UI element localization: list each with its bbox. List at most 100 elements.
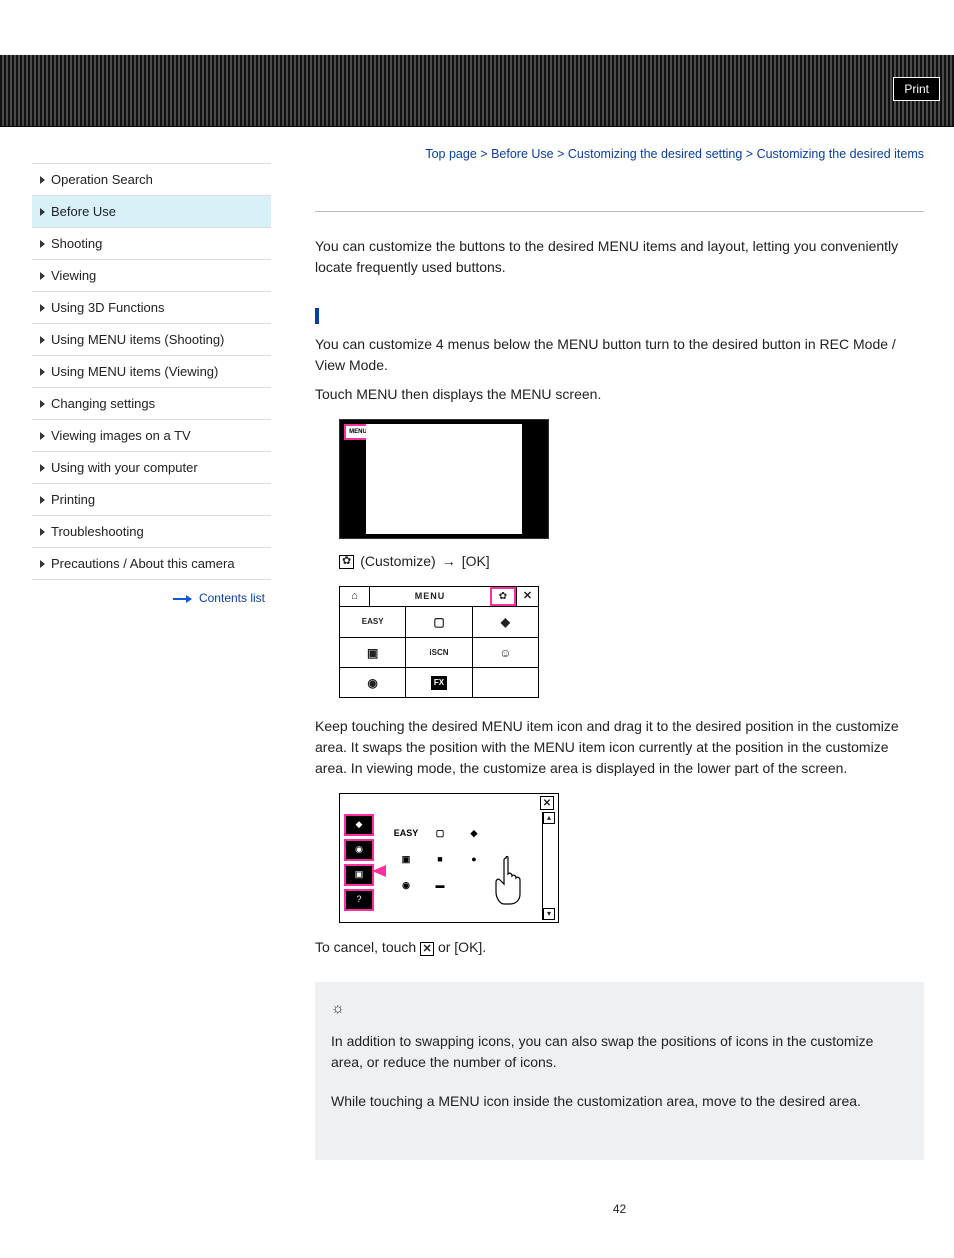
main-content: Top page > Before Use > Customizing the … <box>285 127 954 1258</box>
breadcrumb-sep: > <box>480 147 487 161</box>
menu-item-icon: ■ <box>430 852 450 868</box>
page-number: 42 <box>315 1200 924 1218</box>
chevron-right-icon <box>40 208 45 216</box>
close-icon: ✕ <box>420 942 434 956</box>
chevron-right-icon <box>40 368 45 376</box>
cancel-text: To cancel, touch ✕ or [OK]. <box>315 937 924 958</box>
arrow-right-icon: → <box>442 551 456 572</box>
contents-list-link[interactable]: Contents list <box>199 591 265 605</box>
menu-cell: FX <box>406 668 472 697</box>
ok-label: [OK] <box>462 551 490 572</box>
menu-cell: ◆ <box>473 607 538 637</box>
nav-list: Operation Search Before Use Shooting Vie… <box>32 163 271 580</box>
intro-text: You can customize the buttons to the des… <box>315 236 924 278</box>
sidebar-item-label: Viewing images on a TV <box>51 428 191 443</box>
cancel-pre-text: To cancel, touch <box>315 939 420 955</box>
sidebar-item-label: Using 3D Functions <box>51 300 164 315</box>
scrollbar: ▴ ▾ <box>542 812 556 920</box>
chevron-right-icon <box>40 240 45 248</box>
menu-cell: ☺ <box>473 638 538 667</box>
section-marker-icon <box>315 308 319 324</box>
slot-icon: ▣ <box>344 864 374 886</box>
customize-line: ✿ (Customize) → [OK] <box>339 551 924 572</box>
scroll-down-icon: ▾ <box>543 908 555 920</box>
menu-cell: EASY <box>340 607 406 637</box>
sidebar-item-label: Using MENU items (Shooting) <box>51 332 224 347</box>
menu-item-icon: ▢ <box>430 826 450 842</box>
figure-menu-screen: MENU <box>339 419 924 539</box>
slot-icon: ◆ <box>344 814 374 836</box>
hand-icon <box>492 854 526 912</box>
sidebar-item-label: Operation Search <box>51 172 153 187</box>
menu-cell: ▣ <box>340 638 406 667</box>
drag-instruction-text: Keep touching the desired MENU item icon… <box>315 716 924 779</box>
sidebar-item-label: Troubleshooting <box>51 524 144 539</box>
figure-menu-table: ⌂ MENU ✿ ✕ EASY ▢ ◆ ▣ iSCN ☺ ◉ FX <box>339 586 539 698</box>
close-icon: ✕ <box>540 796 554 810</box>
sidebar-item-menu-shooting[interactable]: Using MENU items (Shooting) <box>32 324 271 356</box>
sidebar-item-precautions[interactable]: Precautions / About this camera <box>32 548 271 580</box>
para-text: You can customize 4 menus below the MENU… <box>315 334 924 376</box>
sidebar-item-printing[interactable]: Printing <box>32 484 271 516</box>
menu-item-icon: ◆ <box>464 826 484 842</box>
sidebar-item-tv[interactable]: Viewing images on a TV <box>32 420 271 452</box>
sidebar-item-label: Viewing <box>51 268 96 283</box>
sidebar: Operation Search Before Use Shooting Vie… <box>0 127 285 605</box>
breadcrumb-current: Customizing the desired items <box>757 147 924 161</box>
menu-item-icon: ● <box>464 852 484 868</box>
menu-item-icon: ◉ <box>396 878 416 894</box>
cancel-post-text: or [OK]. <box>438 939 486 955</box>
breadcrumb-sep: > <box>557 147 564 161</box>
menu-item-icon: EASY <box>396 826 416 842</box>
sidebar-item-operation-search[interactable]: Operation Search <box>32 164 271 196</box>
breadcrumb-link[interactable]: Top page <box>425 147 476 161</box>
sidebar-item-label: Changing settings <box>51 396 155 411</box>
customize-label: (Customize) <box>360 551 435 572</box>
sidebar-item-label: Using MENU items (Viewing) <box>51 364 218 379</box>
print-button[interactable]: Print <box>893 77 940 101</box>
gear-icon: ✿ <box>339 555 354 569</box>
sidebar-item-shooting[interactable]: Shooting <box>32 228 271 260</box>
menu-cell: ◉ <box>340 668 406 697</box>
close-icon: ✕ <box>516 587 538 606</box>
menu-cell: iSCN <box>406 638 472 667</box>
chevron-right-icon <box>40 336 45 344</box>
slot-icon: ◉ <box>344 839 374 861</box>
scroll-up-icon: ▴ <box>543 812 555 824</box>
breadcrumb-link[interactable]: Before Use <box>491 147 554 161</box>
sidebar-item-3d[interactable]: Using 3D Functions <box>32 292 271 324</box>
chevron-right-icon <box>40 176 45 184</box>
gear-icon: ✿ <box>490 587 516 606</box>
sidebar-item-computer[interactable]: Using with your computer <box>32 452 271 484</box>
slot-icon: ? <box>344 889 374 911</box>
breadcrumb: Top page > Before Use > Customizing the … <box>315 147 924 161</box>
sidebar-item-label: Shooting <box>51 236 102 251</box>
menu-item-icon: ▬ <box>430 878 450 894</box>
drag-arrow-icon <box>372 862 432 874</box>
divider <box>315 211 924 212</box>
breadcrumb-link[interactable]: Customizing the desired setting <box>568 147 742 161</box>
sidebar-item-troubleshooting[interactable]: Troubleshooting <box>32 516 271 548</box>
sidebar-item-before-use[interactable]: Before Use <box>32 196 271 228</box>
sidebar-item-label: Printing <box>51 492 95 507</box>
chevron-right-icon <box>40 560 45 568</box>
sidebar-item-viewing[interactable]: Viewing <box>32 260 271 292</box>
home-icon: ⌂ <box>340 587 370 606</box>
menu-header-label: MENU <box>370 587 490 606</box>
chevron-right-icon <box>40 272 45 280</box>
sidebar-item-label: Using with your computer <box>51 460 198 475</box>
chevron-right-icon <box>40 496 45 504</box>
sidebar-item-menu-viewing[interactable]: Using MENU items (Viewing) <box>32 356 271 388</box>
header-band: Print <box>0 55 954 127</box>
breadcrumb-sep: > <box>746 147 753 161</box>
arrow-right-icon <box>173 598 191 600</box>
menu-cell: ▢ <box>406 607 472 637</box>
sidebar-item-changing-settings[interactable]: Changing settings <box>32 388 271 420</box>
sidebar-item-label: Before Use <box>51 204 116 219</box>
menu-cell <box>473 668 538 697</box>
chevron-right-icon <box>40 432 45 440</box>
step-text: Touch MENU then displays the MENU screen… <box>315 384 924 405</box>
bulb-icon: ☼ <box>331 998 345 1021</box>
chevron-right-icon <box>40 304 45 312</box>
figure-drag: ✕ ◆ ◉ ▣ ? EASY ▢ ◆ ▣ ■ ● <box>339 793 559 923</box>
